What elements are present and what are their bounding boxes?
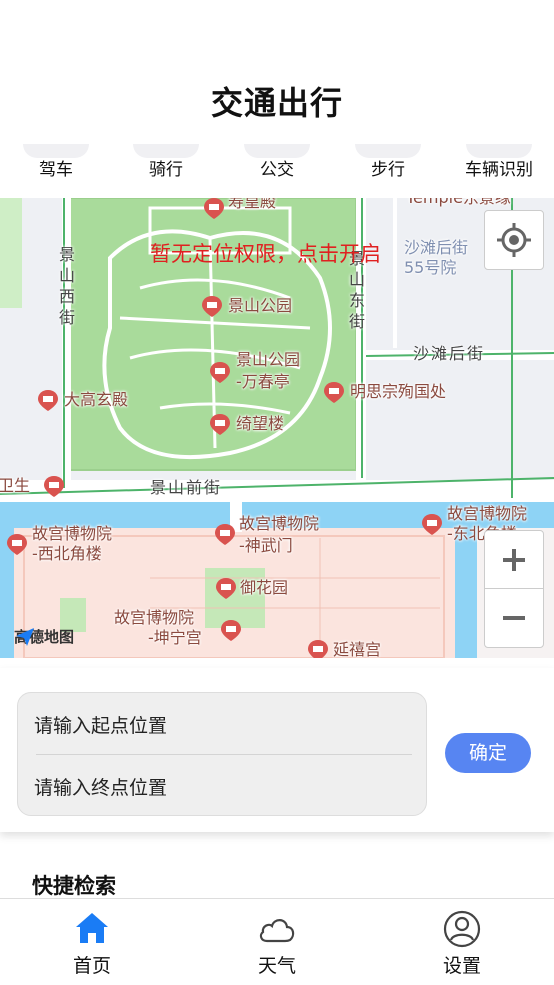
zoom-out-button[interactable]: [484, 588, 544, 648]
tab-drive[interactable]: 驾车: [1, 144, 111, 196]
location-permission-alert[interactable]: 暂无定位权限，点击开启: [150, 238, 381, 268]
poi-pin-icon[interactable]: [202, 198, 226, 220]
poi-pin-icon[interactable]: [208, 360, 232, 384]
poi-label: 延禧宫: [333, 640, 382, 658]
poi-pin-icon[interactable]: [208, 412, 232, 436]
poi-label: 故宫博物院: [239, 514, 320, 533]
page-title: 交通出行: [210, 84, 343, 122]
poi-label: 景山公园: [228, 296, 293, 315]
divider: [36, 754, 412, 755]
amap-logo-icon: [16, 628, 34, 646]
cloud-icon: [259, 919, 295, 943]
tab-label: 车辆识别: [465, 160, 533, 180]
road-label: 景山前街: [150, 478, 223, 497]
tab-label: 骑行: [149, 160, 183, 180]
locate-icon: [497, 223, 531, 257]
poi-pin-icon[interactable]: [42, 474, 66, 498]
home-icon: [76, 913, 108, 943]
poi-pin-icon[interactable]: [213, 522, 237, 546]
poi-pin-icon[interactable]: [5, 532, 29, 556]
bottom-nav: 首页 天气 设置: [0, 898, 554, 985]
mode-tabs: 驾车 骑行 公交 步行 车辆识别: [0, 144, 554, 196]
poi-label: 绮望楼: [236, 414, 285, 433]
poi-label: 沙滩后街 55号院: [404, 238, 469, 277]
poi-label: 卫生: [0, 476, 31, 495]
confirm-button[interactable]: 确定: [445, 733, 531, 773]
plus-icon: [503, 549, 525, 571]
route-input-box: 请输入起点位置 请输入终点位置: [17, 692, 427, 816]
locate-button[interactable]: [484, 210, 544, 270]
end-input[interactable]: 请输入终点位置: [34, 773, 167, 800]
quick-search-title: 快捷检索: [32, 874, 116, 898]
user-icon: [443, 910, 481, 948]
zoom-in-button[interactable]: [484, 530, 544, 590]
poi-pin-icon[interactable]: [200, 294, 224, 318]
nav-home[interactable]: 首页: [22, 899, 162, 985]
nav-label: 天气: [257, 955, 296, 977]
map-view[interactable]: 景山西街 景山东街 景山前街 沙滩后街 卫生 寿皇殿 Temple东景缘 沙滩后…: [0, 198, 554, 658]
road-label: 沙滩后街: [413, 344, 486, 363]
map-logo: 高德地图: [14, 626, 74, 647]
route-panel: 请输入起点位置 请输入终点位置 确定: [0, 668, 554, 832]
poi-label: 明思宗殉国处: [350, 382, 447, 401]
poi-label: Temple东景缘: [406, 198, 511, 208]
poi-label: 寿皇殿: [228, 198, 277, 211]
poi-label: 景山公园: [236, 350, 301, 369]
tab-label: 公交: [260, 160, 294, 180]
nav-label: 设置: [442, 955, 481, 977]
tab-walk[interactable]: 步行: [333, 144, 443, 196]
minus-icon: [503, 616, 525, 620]
poi-label: 故宫博物院: [114, 608, 195, 627]
tab-vehicle-recognition[interactable]: 车辆识别: [444, 144, 554, 196]
poi-label: -坤宁宫: [148, 628, 202, 647]
poi-pin-icon[interactable]: [420, 512, 444, 536]
poi-label: -万春亭: [236, 372, 290, 391]
nav-settings[interactable]: 设置: [392, 899, 532, 985]
poi-label: 故宫博物院: [447, 504, 528, 523]
poi-label: 大高玄殿: [64, 390, 129, 409]
poi-pin-icon[interactable]: [306, 638, 330, 658]
poi-pin-icon[interactable]: [219, 618, 243, 642]
poi-pin-icon[interactable]: [214, 576, 238, 600]
poi-pin-icon[interactable]: [36, 388, 60, 412]
poi-label: -神武门: [239, 536, 293, 555]
poi-pin-icon[interactable]: [322, 380, 346, 404]
tab-label: 驾车: [39, 160, 73, 180]
nav-label: 首页: [72, 955, 111, 977]
poi-label: 御花园: [240, 578, 289, 597]
tab-cycle[interactable]: 骑行: [111, 144, 221, 196]
road-label: 景山西街: [59, 245, 78, 327]
tab-bus[interactable]: 公交: [222, 144, 332, 196]
poi-label: -西北角楼: [32, 544, 102, 563]
start-input[interactable]: 请输入起点位置: [34, 711, 167, 738]
tab-label: 步行: [371, 160, 405, 180]
nav-weather[interactable]: 天气: [207, 899, 347, 985]
poi-label: 故宫博物院: [32, 524, 113, 543]
